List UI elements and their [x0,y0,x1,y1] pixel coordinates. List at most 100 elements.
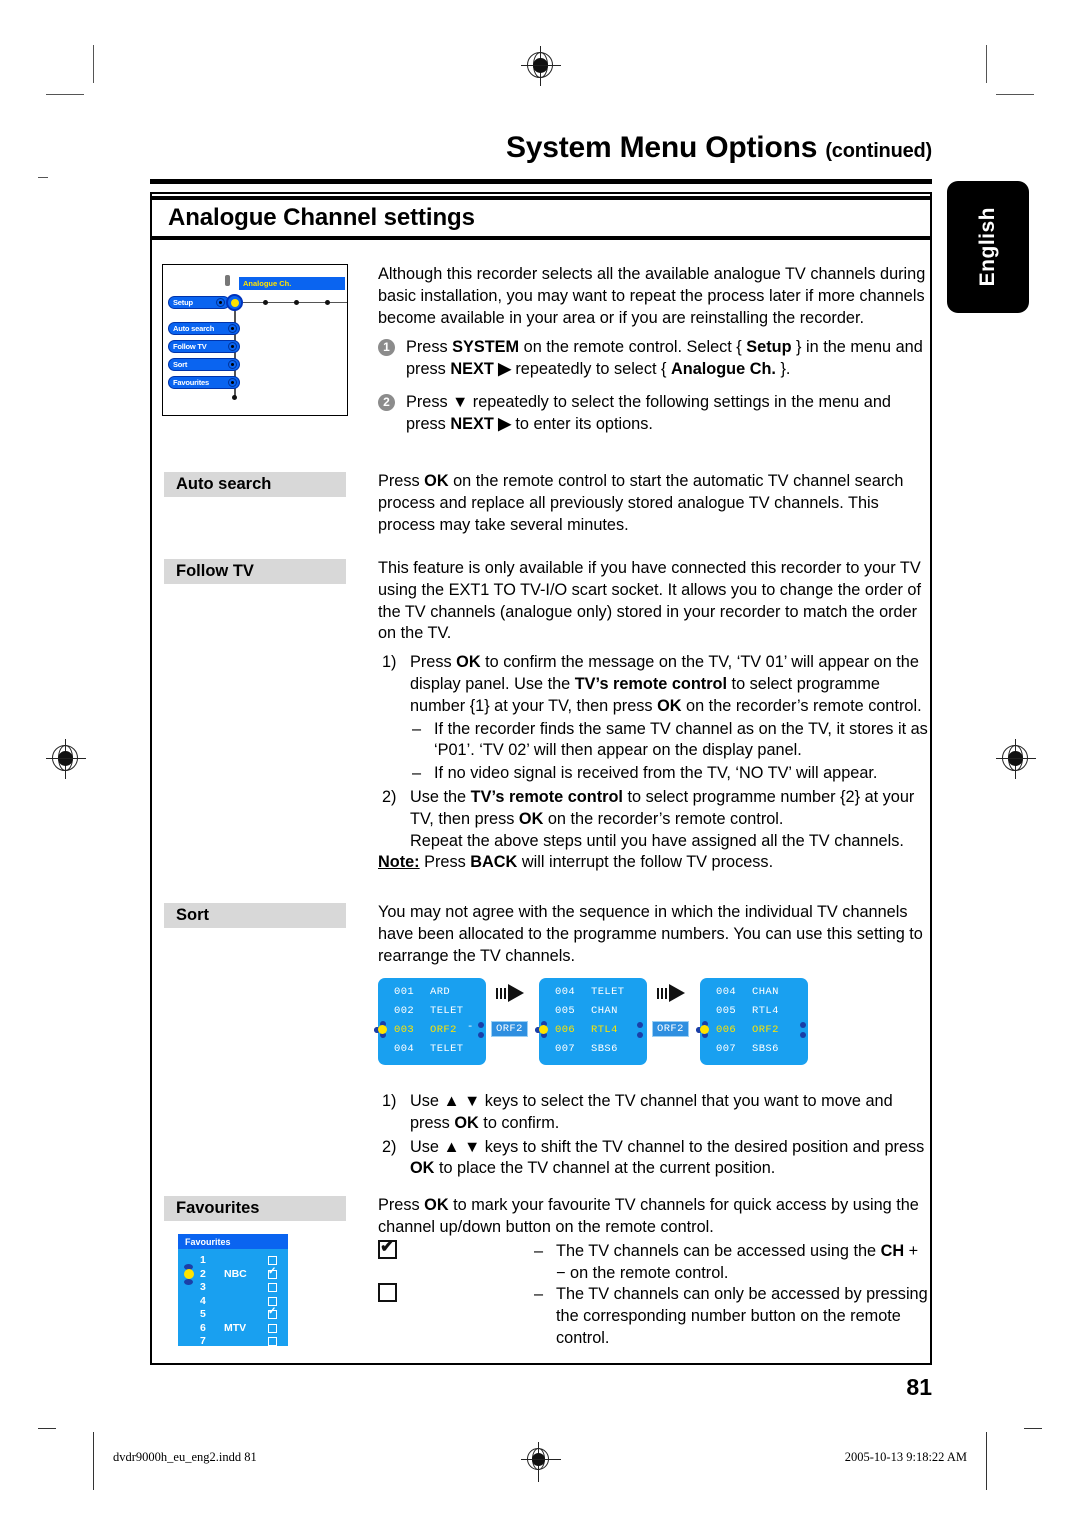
follow-tv-step-2-number: 2) [382,787,397,806]
unchecked-box-icon [378,1283,397,1302]
menu-knob-auto-search [228,324,237,333]
sort-row-selected: 006 ORF2 [700,1020,808,1039]
favourites-row: 6 MTV [178,1322,288,1336]
favourites-row-number: 1 [200,1254,206,1266]
sort-row-number: 007 [716,1042,737,1055]
header-divider-rule [150,179,932,184]
sort-row-name: RTL4 [591,1023,618,1036]
sort-row-name: ORF2 [752,1023,779,1036]
sort-row-name: SBS6 [752,1042,779,1055]
sort-row-number: 004 [394,1042,415,1055]
sort-row-number: 004 [555,985,576,998]
favourites-cursor-icon [182,1263,195,1285]
crop-mark-top-right-h [996,94,1034,95]
follow-tv-step-2-text: Use the TV’s remote control to select pr… [410,787,915,828]
sort-row: 004 TELET [378,1039,486,1058]
menu-stub-top [225,275,230,286]
sort-step-1: 1) Use ▲ ▼ keys to select the TV channel… [378,1091,928,1135]
intro-block: Although this recorder selects all the a… [378,264,928,436]
follow-tv-step-2: 2) Use the TV’s remote control to select… [378,787,928,831]
sort-row: 004 TELET [539,982,647,1001]
registration-mark-left [46,739,86,779]
label-auto-search-text: Auto search [176,475,272,493]
follow-tv-dash-1-text: If the recorder finds the same TV channe… [434,719,928,760]
sort-intro-body: You may not agree with the sequence in w… [378,902,928,967]
menu-node-analogue-ch-label: Analogue Ch. [243,279,292,288]
page-title-main: System Menu Options [505,131,818,164]
menu-line-horizontal [235,302,347,303]
sort-tag-2: ORF2 [652,1021,689,1037]
menu-node-analogue-ch: Analogue Ch. [239,277,345,290]
dash-marker: – [534,1242,544,1260]
label-follow-tv-text: Follow TV [176,562,254,580]
menu-dot-1 [263,300,268,305]
sort-row-name: TELET [430,1042,464,1055]
follow-tv-dash-2-text: If no video signal is received from the … [434,764,878,783]
favourites-row-selected: 2 NBC [178,1263,288,1285]
sort-intro: You may not agree with the sequence in w… [378,903,923,965]
page-number: 81 [906,1374,932,1400]
sort-updown-icon [636,1022,644,1038]
favourites-checkbox [268,1337,277,1346]
sort-row: 002 TELET [378,1001,486,1020]
favourites-row-number: 3 [200,1281,206,1293]
footer-timestamp: 2005-10-13 9:18:22 AM [844,1450,967,1464]
favourites-intro-body: Press OK to mark your favourite TV chann… [378,1195,928,1239]
sort-row-name: RTL4 [752,1004,779,1017]
auto-search-text: Press OK on the remote control to start … [378,472,904,534]
registration-mark-footer [521,1442,561,1482]
menu-dot-end [232,395,237,400]
sort-row-name: CHAN [591,1004,618,1017]
sort-row-number: 007 [555,1042,576,1055]
sort-updown-icon [477,1022,485,1038]
sort-row-name: ARD [430,985,451,998]
intro-step-2-text: Press ▼ repeatedly to select the followi… [406,392,891,433]
crop-mark-top-right-v [986,45,987,83]
sort-row: 004 CHAN [700,982,808,1001]
sort-row-number: 003 [394,1023,415,1036]
follow-tv-repeat-line: Repeat the above steps until you have as… [410,831,904,850]
sort-panel-2: 004 TELET 005 CHAN 006 RTL4 007 SBS6 [535,978,647,1065]
sort-step-1-number: 1) [382,1092,397,1110]
crop-mark-top-left-h [46,94,84,95]
intro-step-2: 2 Press ▼ repeatedly to select the follo… [378,392,928,436]
intro-step-1: 1 Press SYSTEM on the remote control. Se… [378,337,928,381]
step-number-badge: 1 [378,339,395,357]
favourites-checkbox-checked [268,1306,277,1319]
sort-row-name: TELET [430,1004,464,1017]
section-title: Analogue Channel settings [168,204,475,231]
sort-steps-body: 1) Use ▲ ▼ keys to select the TV channel… [378,1089,928,1180]
label-favourites-text: Favourites [176,1199,260,1217]
follow-tv-dash-1: – If the recorder finds the same TV chan… [408,719,928,763]
favourites-checkbox [268,1323,277,1333]
label-sort: Sort [164,903,346,928]
favourites-checkbox [268,1283,277,1292]
sort-step-1-text: Use ▲ ▼ keys to select the TV channel th… [410,1092,893,1132]
sort-row-number: 005 [716,1004,737,1017]
footer-rule-left [93,1432,94,1490]
sort-row: 001 ARD [378,982,486,1001]
step-number-badge: 2 [378,393,395,411]
menu-dot-3 [325,300,330,305]
favourites-row: 7 [178,1335,288,1349]
sort-row: 005 CHAN [539,1001,647,1020]
follow-tv-intro: This feature is only available if you ha… [378,559,921,643]
registration-mark-right [996,739,1036,779]
favourites-row-name: NBC [224,1267,247,1280]
page-title: System Menu Options (continued) [150,131,932,165]
sort-row-number: 002 [394,1004,415,1017]
favourites-screenshot: Favourites 1 2 NBC 3 4 5 6 MTV 7 [178,1234,288,1349]
sort-row-selected: 006 RTL4 [539,1020,647,1039]
menu-knob-favourites [228,378,237,387]
favourites-checkbox [268,1296,277,1306]
label-follow-tv: Follow TV [164,559,346,584]
sort-row-name: SBS6 [591,1042,618,1055]
follow-tv-step-1: 1) Press OK to confirm the message on th… [378,652,928,717]
sort-step-2-number: 2) [382,1137,397,1156]
navigation-cursor-icon [374,1021,391,1038]
follow-tv-body: This feature is only available if you ha… [378,558,928,874]
follow-tv-step-1-text: Press OK to confirm the message on the T… [410,653,922,715]
sort-panel-3: 004 CHAN 005 RTL4 006 ORF2 007 SBS6 [696,978,808,1065]
navigation-cursor-icon [535,1021,552,1038]
sort-row: 005 RTL4 [700,1001,808,1020]
